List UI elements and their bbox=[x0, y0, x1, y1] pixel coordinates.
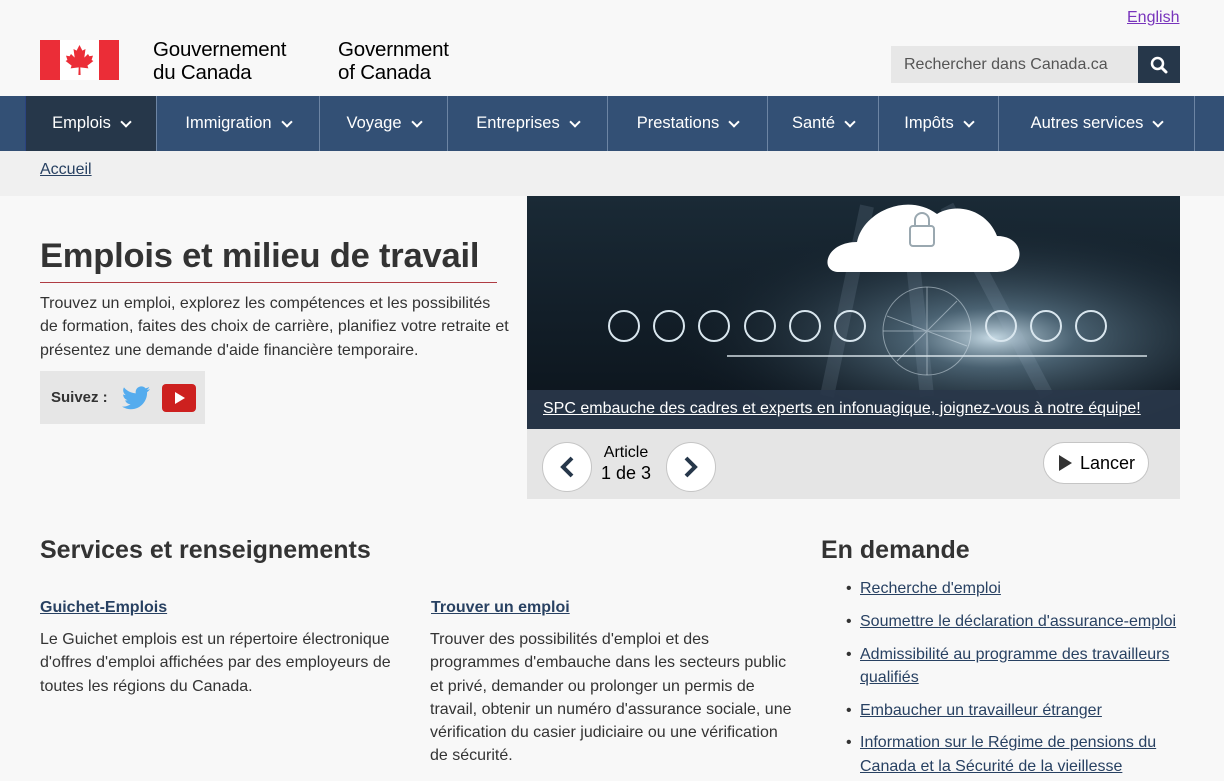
menu-item-label: Entreprises bbox=[476, 114, 560, 132]
menu-item-voyage[interactable]: Voyage bbox=[320, 96, 448, 151]
in-demand-link[interactable]: Information sur le Régime de pensions du… bbox=[860, 734, 1156, 774]
search-icon bbox=[1150, 56, 1168, 73]
list-item: Admissibilité au programme des travaille… bbox=[844, 643, 1184, 690]
play-button[interactable]: Lancer bbox=[1043, 442, 1149, 484]
chevron-down-icon bbox=[728, 115, 740, 128]
intro-text: Trouvez un emploi, explorez les compéten… bbox=[40, 295, 509, 359]
signature-french: Gouvernement du Canada bbox=[153, 38, 286, 84]
list-item: Recherche d'emploi bbox=[844, 577, 1184, 601]
chevron-down-icon bbox=[1152, 115, 1165, 128]
main-menu: Emplois Immigration Voyage Entreprises P… bbox=[0, 96, 1224, 151]
menu-item-immigration[interactable]: Immigration bbox=[157, 96, 320, 151]
play-icon bbox=[1059, 455, 1072, 471]
list-item: Soumettre le déclaration d'assurance-emp… bbox=[844, 610, 1184, 634]
language-toggle-link[interactable]: English bbox=[1127, 9, 1179, 27]
signature-english: Government of Canada bbox=[338, 38, 449, 84]
canada-flag-logo bbox=[40, 40, 119, 80]
list-item: Information sur le Régime de pensions du… bbox=[844, 731, 1184, 778]
services-heading: Services et renseignements bbox=[40, 536, 371, 564]
menu-item-impots[interactable]: Impôts bbox=[879, 96, 999, 151]
chevron-down-icon bbox=[410, 115, 423, 128]
menu-item-label: Immigration bbox=[185, 114, 272, 132]
menu-item-emplois[interactable]: Emplois bbox=[26, 96, 157, 151]
breadcrumb-home-link[interactable]: Accueil bbox=[40, 161, 92, 179]
previous-button[interactable] bbox=[542, 442, 592, 492]
title-underline bbox=[40, 282, 497, 283]
slide-counter-label: Article bbox=[603, 444, 649, 461]
signature-fr-line2: du Canada bbox=[153, 61, 252, 84]
breadcrumb bbox=[0, 151, 1224, 196]
service-description: Trouver des possibilités d'emploi et des… bbox=[430, 631, 792, 765]
menu-item-label: Prestations bbox=[636, 114, 720, 132]
search-button[interactable] bbox=[1138, 46, 1180, 83]
slide-counter: Article 1 de 3 bbox=[599, 443, 653, 483]
menu-item-label: Autres services bbox=[1030, 114, 1144, 132]
service-description: Le Guichet emplois est un répertoire éle… bbox=[40, 631, 391, 695]
in-demand-link[interactable]: Soumettre le déclaration d'assurance-emp… bbox=[860, 613, 1176, 630]
signature-en-line2: of Canada bbox=[338, 61, 431, 84]
page-title: Emplois et milieu de travail bbox=[40, 237, 480, 275]
search-input[interactable] bbox=[891, 46, 1138, 83]
chevron-down-icon bbox=[963, 115, 975, 128]
in-demand-link[interactable]: Admissibilité au programme des travaille… bbox=[860, 646, 1169, 686]
twitter-icon[interactable] bbox=[121, 385, 150, 410]
in-demand-link[interactable]: Recherche d'emploi bbox=[860, 580, 1001, 597]
menu-item-label: Emplois bbox=[52, 114, 111, 132]
carousel-caption-link[interactable]: SPC embauche des cadres et experts en in… bbox=[543, 400, 1141, 417]
slide-counter-value: 1 de 3 bbox=[600, 463, 652, 483]
carousel-caption[interactable]: SPC embauche des cadres et experts en in… bbox=[527, 390, 1180, 429]
menu-item-sante[interactable]: Santé bbox=[768, 96, 879, 151]
chevron-down-icon bbox=[120, 115, 132, 128]
chevron-down-icon bbox=[844, 115, 856, 128]
chevron-left-icon bbox=[560, 456, 574, 478]
chevron-down-icon bbox=[569, 115, 581, 128]
signature-fr-line1: Gouvernement bbox=[153, 38, 287, 61]
chevron-right-icon bbox=[684, 456, 698, 478]
youtube-icon[interactable] bbox=[161, 383, 196, 412]
play-button-label: Lancer bbox=[1080, 452, 1136, 473]
signature-en-line1: Government bbox=[338, 38, 449, 61]
chevron-down-icon bbox=[280, 115, 293, 128]
list-item: Embaucher un travailleur étranger bbox=[844, 699, 1184, 723]
menu-item-label: Impôts bbox=[904, 114, 954, 132]
menu-item-label: Santé bbox=[791, 114, 836, 132]
in-demand-heading: En demande bbox=[821, 536, 970, 564]
search-form bbox=[891, 46, 1180, 83]
menu-item-entreprises[interactable]: Entreprises bbox=[448, 96, 608, 151]
service-link-trouver-un-emploi[interactable]: Trouver un emploi bbox=[431, 599, 570, 617]
next-button[interactable] bbox=[666, 442, 716, 492]
in-demand-link[interactable]: Embaucher un travailleur étranger bbox=[860, 702, 1102, 719]
social-follow-box: Suivez : bbox=[40, 371, 205, 424]
in-demand-list: Recherche d'emploi Soumettre le déclarat… bbox=[844, 577, 1184, 781]
follow-label: Suivez : bbox=[51, 389, 108, 406]
menu-item-prestations[interactable]: Prestations bbox=[608, 96, 768, 151]
menu-item-autres-services[interactable]: Autres services bbox=[999, 96, 1195, 151]
menu-item-label: Voyage bbox=[346, 114, 402, 132]
service-link-guichet-emplois[interactable]: Guichet-Emplois bbox=[40, 599, 167, 617]
